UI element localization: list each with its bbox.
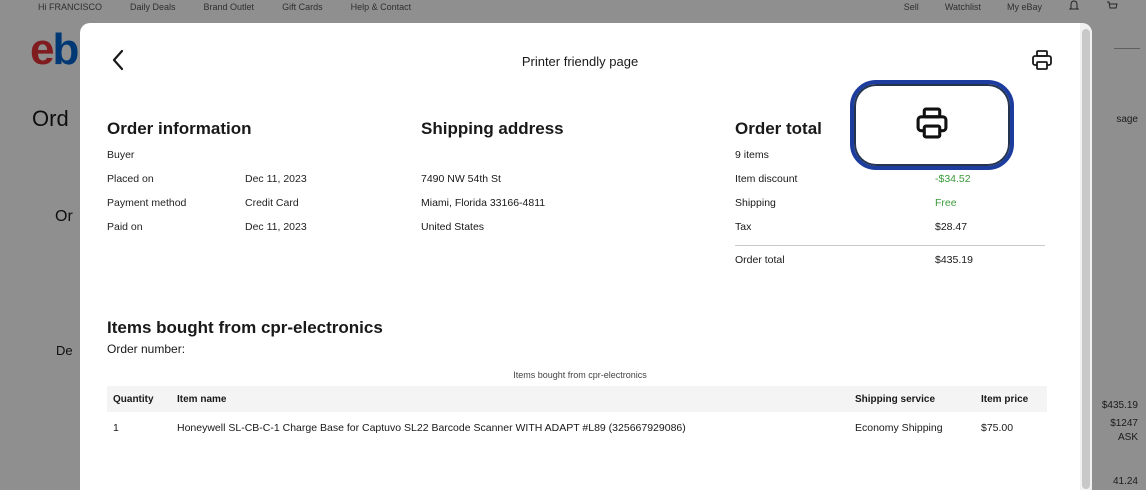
order-information-list: Buyer Placed on Dec 11, 2023 Payment meth…	[107, 149, 307, 245]
total-label: Order total	[735, 254, 785, 266]
modal-title: Printer friendly page	[521, 54, 639, 69]
info-row-buyer: Buyer	[107, 149, 307, 173]
info-value: Dec 11, 2023	[245, 221, 307, 233]
printer-friendly-modal: Printer friendly page Order information …	[80, 23, 1092, 490]
info-row-placed-on: Placed on Dec 11, 2023	[107, 173, 307, 197]
items-heading: Items bought from cpr-electronics	[107, 318, 383, 337]
address-line	[421, 149, 545, 173]
discount-value: -$34.52	[935, 173, 971, 185]
info-value: Dec 11, 2023	[245, 173, 307, 185]
total-label: Item discount	[735, 173, 798, 185]
cell-shipping-service: Economy Shipping	[855, 422, 943, 434]
info-value: Credit Card	[245, 197, 299, 209]
total-row-tax: Tax $28.47	[735, 221, 1045, 245]
printer-icon	[1031, 49, 1053, 76]
order-number-label: Order number:	[107, 342, 186, 356]
items-table: Quantity Item name Shipping service Item…	[107, 386, 1047, 444]
column-header-quantity: Quantity	[107, 386, 171, 412]
total-divider	[735, 245, 1045, 246]
column-header-shipping-service: Shipping service	[849, 386, 975, 412]
tax-value: $28.47	[935, 221, 968, 233]
total-row-order-total: Order total $435.19	[735, 254, 1045, 278]
table-row: 1 Honeywell SL-CB-C-1 Charge Base for Ca…	[107, 412, 1047, 444]
shipping-address-heading: Shipping address	[421, 119, 564, 138]
info-label: Paid on	[107, 221, 143, 233]
info-label: Payment method	[107, 197, 187, 209]
print-button-highlight[interactable]	[850, 80, 1014, 170]
total-row-shipping: Shipping Free	[735, 197, 1045, 221]
order-total-heading: Order total	[735, 119, 822, 138]
modal-scrollbar[interactable]	[1080, 23, 1092, 490]
cell-quantity: 1	[113, 422, 119, 434]
info-label: Placed on	[107, 173, 154, 185]
shipping-address-lines: 7490 NW 54th St Miami, Florida 33166-481…	[421, 149, 545, 245]
scrollbar-thumb[interactable]	[1082, 29, 1090, 489]
column-header-item-name: Item name	[171, 386, 849, 412]
info-label: Buyer	[107, 149, 135, 161]
total-row-discount: Item discount -$34.52	[735, 173, 1045, 197]
address-line: 7490 NW 54th St	[421, 173, 501, 185]
shipping-value: Free	[935, 197, 957, 209]
address-line: United States	[421, 221, 485, 233]
items-count: 9 items	[735, 149, 769, 161]
printer-icon	[915, 106, 949, 145]
address-line: Miami, Florida 33166-4811	[421, 197, 546, 209]
order-total-value: $435.19	[935, 254, 973, 266]
print-button[interactable]	[1030, 49, 1054, 76]
info-row-payment-method: Payment method Credit Card	[107, 197, 307, 221]
cell-item-price: $75.00	[981, 422, 1014, 434]
info-row-paid-on: Paid on Dec 11, 2023	[107, 221, 307, 245]
column-header-item-price: Item price	[975, 386, 1047, 412]
total-label: Tax	[735, 221, 752, 233]
table-caption: Items bought from cpr-electronics	[513, 370, 647, 380]
cell-item-name[interactable]: Honeywell SL-CB-C-1 Charge Base for Capt…	[171, 412, 849, 444]
order-information-heading: Order information	[107, 119, 252, 138]
table-header-row: Quantity Item name Shipping service Item…	[107, 386, 1047, 412]
total-label: Shipping	[735, 197, 776, 209]
